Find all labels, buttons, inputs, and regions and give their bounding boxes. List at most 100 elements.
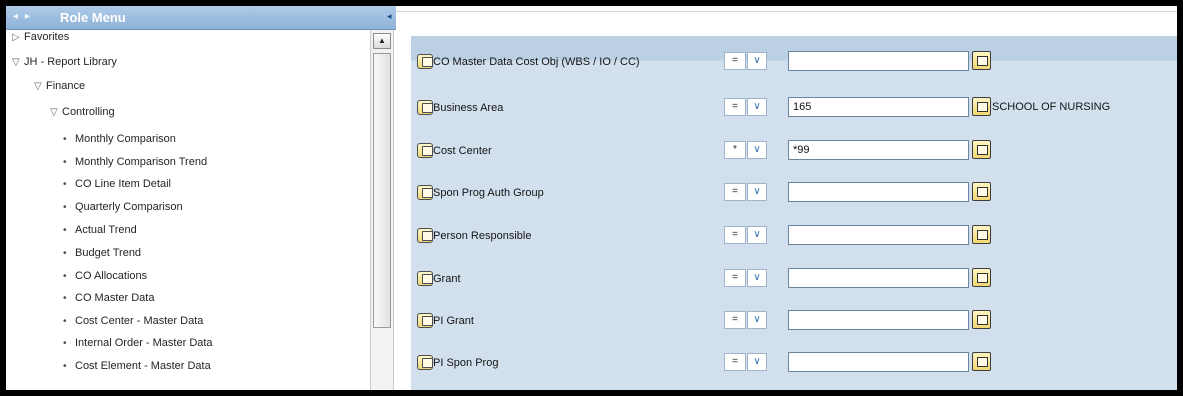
- value-input[interactable]: [788, 352, 969, 372]
- tree-item-label: Internal Order - Master Data: [75, 337, 213, 349]
- form-row-spon-prog-auth-group: Spon Prog Auth Group = ∨: [411, 182, 1177, 204]
- collapsed-toggle-icon[interactable]: ▷: [12, 30, 24, 47]
- form-row-person-responsible: Person Responsible = ∨: [411, 225, 1177, 247]
- operator-select[interactable]: =: [724, 269, 746, 287]
- bullet-icon: •: [63, 157, 67, 168]
- value-help-icon[interactable]: [972, 140, 991, 159]
- chevron-down-icon[interactable]: ∨: [747, 226, 767, 244]
- tree-item-monthly-comparison[interactable]: • Monthly Comparison: [63, 130, 176, 148]
- value-help-icon[interactable]: [972, 97, 991, 116]
- variable-icon: [417, 228, 433, 243]
- tree-item-label: Favorites: [24, 31, 70, 43]
- variable-icon: [417, 143, 433, 158]
- tree-item-label: Monthly Comparison Trend: [75, 156, 208, 168]
- operator-select[interactable]: =: [724, 52, 746, 70]
- value-input[interactable]: [788, 140, 969, 160]
- report-content-panel: CO Master Data Cost Obj (WBS / IO / CC) =…: [396, 6, 1177, 390]
- tree-item-label: Budget Trend: [75, 247, 142, 259]
- value-help-icon[interactable]: [972, 182, 991, 201]
- chevron-down-icon[interactable]: ∨: [747, 311, 767, 329]
- operator-select[interactable]: =: [724, 353, 746, 371]
- form-row-pi-spon-prog: PI Spon Prog = ∨: [411, 352, 1177, 374]
- chevron-down-icon[interactable]: ∨: [747, 98, 767, 116]
- field-label: Person Responsible: [433, 230, 532, 242]
- role-menu-title: Role Menu: [60, 10, 126, 25]
- form-row-pi-grant: PI Grant = ∨: [411, 310, 1177, 332]
- tree-item-actual-trend[interactable]: • Actual Trend: [63, 221, 137, 239]
- value-help-icon[interactable]: [972, 268, 991, 287]
- operator-select[interactable]: =: [724, 98, 746, 116]
- chevron-down-icon[interactable]: ∨: [747, 141, 767, 159]
- scroll-thumb[interactable]: [373, 53, 391, 328]
- value-help-icon[interactable]: [972, 51, 991, 70]
- next-arrow-icon[interactable]: ▸: [25, 11, 32, 22]
- tree-item-label: Cost Center - Master Data: [75, 315, 204, 327]
- tree-item-label: JH - Report Library: [24, 56, 117, 68]
- expanded-toggle-icon[interactable]: ▽: [12, 54, 24, 72]
- chevron-down-icon[interactable]: ∨: [747, 269, 767, 287]
- tree-folder-finance[interactable]: ▽ Finance: [34, 77, 85, 95]
- tree-item-label: Actual Trend: [75, 224, 137, 236]
- field-label: Grant: [433, 273, 461, 285]
- tree-item-co-line-item-detail[interactable]: • CO Line Item Detail: [63, 175, 171, 193]
- tree-item-co-master-data[interactable]: • CO Master Data: [63, 289, 154, 307]
- operator-select[interactable]: *: [724, 141, 746, 159]
- role-menu-scrollbar[interactable]: ▲: [370, 30, 394, 390]
- tree-item-label: CO Master Data: [75, 292, 155, 304]
- chevron-down-icon[interactable]: ∨: [747, 52, 767, 70]
- field-label: Spon Prog Auth Group: [433, 187, 544, 199]
- bullet-icon: •: [63, 271, 67, 282]
- field-label: PI Grant: [433, 315, 474, 327]
- tree-item-label: Cost Element - Master Data: [75, 360, 211, 372]
- collapse-panel-icon[interactable]: ◂: [387, 9, 394, 23]
- tree-folder-jh-report-library[interactable]: ▽ JH - Report Library: [12, 53, 117, 71]
- role-menu-header: ◂ ▸ Role Menu ◂: [6, 6, 396, 30]
- chevron-down-icon[interactable]: ∨: [747, 183, 767, 201]
- value-input[interactable]: [788, 310, 969, 330]
- bullet-icon: •: [63, 225, 67, 236]
- value-help-icon[interactable]: [972, 225, 991, 244]
- tree-item-cost-element-master-data[interactable]: • Cost Element - Master Data: [63, 357, 211, 375]
- value-help-icon[interactable]: [972, 352, 991, 371]
- chevron-down-icon[interactable]: ∨: [747, 353, 767, 371]
- bullet-icon: •: [63, 248, 67, 259]
- variable-icon: [417, 54, 433, 69]
- value-input[interactable]: [788, 182, 969, 202]
- tree-item-budget-trend[interactable]: • Budget Trend: [63, 244, 141, 262]
- tree-item-label: CO Allocations: [75, 270, 148, 282]
- form-row-grant: Grant = ∨: [411, 268, 1177, 290]
- prev-arrow-icon[interactable]: ◂: [13, 11, 20, 22]
- app-frame: ◂ ▸ Role Menu ◂ ▷ Favorites ▽ JH - Report L…: [6, 6, 1177, 390]
- expanded-toggle-icon[interactable]: ▽: [50, 104, 62, 122]
- variable-icon: [417, 271, 433, 286]
- value-input[interactable]: [788, 97, 969, 117]
- form-row-cost-center: Cost Center * ∨: [411, 140, 1177, 162]
- tree-item-quarterly-comparison[interactable]: • Quarterly Comparison: [63, 198, 183, 216]
- role-menu-panel: ◂ ▸ Role Menu ◂ ▷ Favorites ▽ JH - Report L…: [6, 6, 396, 390]
- form-row-co-master-data-cost-obj-wbs-io-cc: CO Master Data Cost Obj (WBS / IO / CC) =…: [411, 51, 1177, 73]
- tree-item-co-allocations[interactable]: • CO Allocations: [63, 267, 147, 285]
- operator-select[interactable]: =: [724, 311, 746, 329]
- tree-item-monthly-comparison-trend[interactable]: • Monthly Comparison Trend: [63, 153, 207, 171]
- bullet-icon: •: [63, 293, 67, 304]
- expanded-toggle-icon[interactable]: ▽: [34, 78, 46, 96]
- form-row-business-area: Business Area =∨ SCHOOL OF NURSING: [411, 97, 1177, 119]
- variable-icon: [417, 100, 433, 115]
- operator-select[interactable]: =: [724, 226, 746, 244]
- tree-item-cost-center-master-data[interactable]: • Cost Center - Master Data: [63, 312, 203, 330]
- tree-item-internal-order-master-data[interactable]: • Internal Order - Master Data: [63, 334, 213, 352]
- variable-icon: [417, 355, 433, 370]
- tree-folder-favorites[interactable]: ▷ Favorites: [12, 30, 69, 46]
- bullet-icon: •: [63, 134, 67, 145]
- bullet-icon: •: [63, 316, 67, 327]
- operator-select[interactable]: =: [724, 183, 746, 201]
- value-input[interactable]: [788, 268, 969, 288]
- value-input[interactable]: [788, 51, 969, 71]
- tree-item-label: Controlling: [62, 106, 115, 118]
- tree-folder-controlling[interactable]: ▽ Controlling: [50, 103, 115, 121]
- scroll-up-icon[interactable]: ▲: [373, 33, 391, 49]
- tree-item-label: CO Line Item Detail: [75, 178, 171, 190]
- value-input[interactable]: [788, 225, 969, 245]
- bullet-icon: •: [63, 202, 67, 213]
- value-help-icon[interactable]: [972, 310, 991, 329]
